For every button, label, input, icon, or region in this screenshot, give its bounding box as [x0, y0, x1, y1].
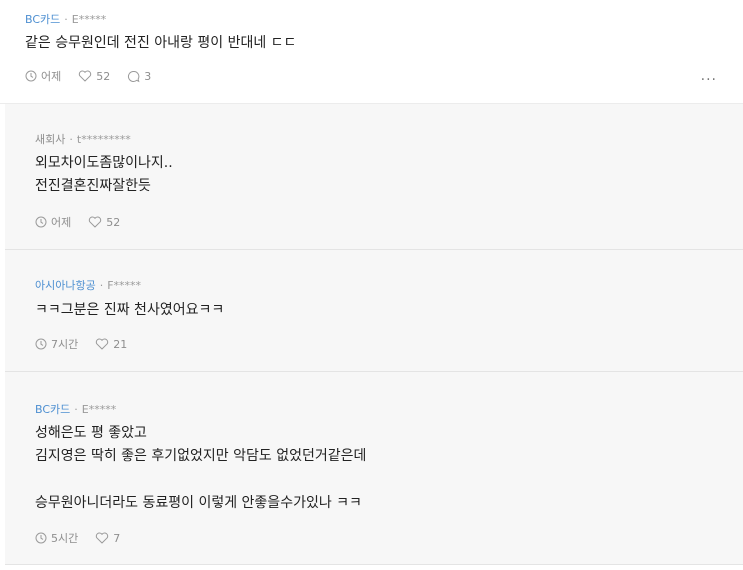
like-count: 7	[113, 531, 121, 545]
company-name[interactable]: BC카드	[35, 403, 70, 416]
clock-icon	[35, 338, 47, 350]
company-name[interactable]: 새회사	[35, 133, 65, 146]
reply-text-line: 전진결혼진짜잘한듯	[35, 178, 151, 194]
reply-text-line: ㅋㅋ그분은 진짜 천사였어요ㅋㅋ	[35, 302, 225, 318]
comment-bubble-icon	[128, 70, 140, 82]
reply-text-line: 승무원아니더라도 동료평이 이렇게 안좋을수가있나 ㅋㅋ	[35, 495, 362, 511]
time-label: 어제	[41, 70, 62, 83]
reply-text-line: 외모차이도좀많이나지..	[35, 155, 173, 171]
time-label: 7시간	[51, 338, 79, 351]
post: BC카드 · E***** 같은 승무원인데 전진 아내랑 평이 반대네 ㄷㄷ 어제…	[0, 0, 743, 104]
heart-icon	[96, 532, 109, 544]
like-count: 52	[106, 215, 121, 229]
separator-dot: ·	[69, 133, 73, 146]
reply-item: 새회사 · t********* 외모차이도좀많이나지.. 전진결혼진짜잘한듯 어제…	[5, 104, 743, 250]
time-stat: 5시간	[35, 530, 78, 546]
author-name: t*********	[76, 133, 131, 146]
author-name: E*****	[81, 403, 117, 416]
reply-stats: 5시간 7	[35, 530, 137, 546]
clock-icon	[35, 532, 47, 544]
comment-button[interactable]: 3	[127, 70, 151, 83]
heart-icon	[79, 70, 92, 82]
clock-icon	[25, 70, 37, 82]
separator-dot: ·	[74, 403, 78, 416]
reply-meta: BC카드 · E*****	[35, 401, 116, 417]
reply-item: BC카드 · E***** 성해은도 평 좋았고 김지영은 딱히 좋은 후기없었지만…	[5, 372, 743, 565]
author-name: F*****	[107, 279, 142, 292]
post-body: 같은 승무원인데 전진 아내랑 평이 반대네 ㄷㄷ	[25, 35, 297, 51]
time-label: 어제	[51, 216, 72, 229]
reply-meta: 아시아나항공 · F*****	[35, 277, 141, 293]
reply-stats: 어제 52	[35, 214, 137, 230]
post-meta: BC카드 · E*****	[25, 11, 106, 27]
like-button[interactable]: 21	[95, 338, 127, 351]
clock-icon	[35, 216, 47, 228]
time-stat: 어제	[35, 214, 71, 230]
separator-dot: ·	[99, 279, 104, 292]
reply-text-line: 성해은도 평 좋았고	[35, 425, 147, 441]
author-name: E*****	[71, 13, 107, 26]
time-stat: 7시간	[35, 336, 78, 352]
reply-meta: 새회사 · t*********	[35, 131, 131, 147]
reply-text-line: 김지영은 딱히 좋은 후기없었지만 악담도 없었던거같은데	[35, 448, 367, 464]
post-stats: 어제 52 3	[25, 68, 168, 84]
time-label: 5시간	[51, 532, 79, 545]
more-options-icon[interactable]: ···	[701, 72, 717, 88]
reply-stats: 7시간 21	[35, 336, 144, 352]
comment-count: 3	[144, 69, 152, 83]
heart-icon	[96, 338, 109, 350]
heart-icon	[89, 216, 102, 228]
like-count: 52	[96, 69, 111, 83]
time-stat: 어제	[25, 68, 61, 84]
company-name[interactable]: 아시아나항공	[35, 279, 96, 292]
reply-item: 아시아나항공 · F***** ㅋㅋ그분은 진짜 천사였어요ㅋㅋ 7시간 21	[5, 250, 743, 372]
like-button[interactable]: 52	[78, 70, 110, 83]
like-count: 21	[113, 337, 128, 351]
like-button[interactable]: 52	[88, 216, 120, 229]
like-button[interactable]: 7	[95, 532, 120, 545]
separator-dot: ·	[64, 13, 68, 26]
company-name[interactable]: BC카드	[25, 13, 60, 26]
